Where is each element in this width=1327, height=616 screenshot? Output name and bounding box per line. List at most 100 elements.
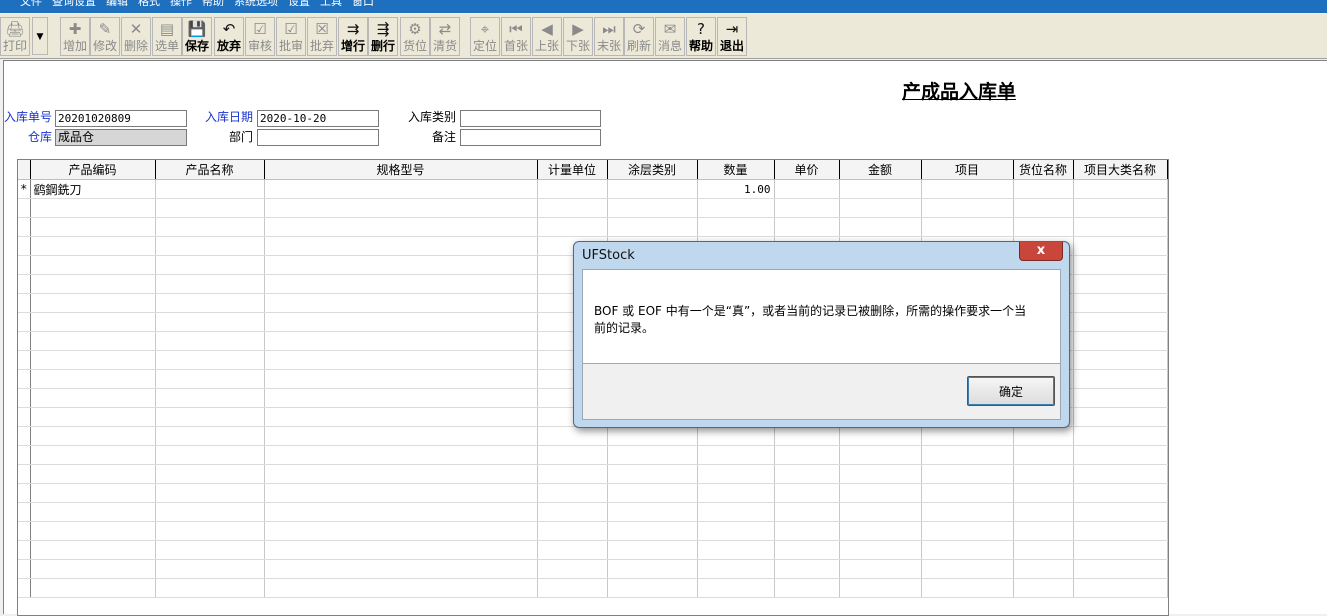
grid-cell[interactable] — [264, 331, 538, 351]
grid-cell[interactable] — [607, 426, 698, 446]
grid-cell[interactable] — [774, 179, 840, 199]
grid-cell[interactable] — [537, 445, 608, 465]
grid-cell[interactable] — [774, 578, 840, 598]
toolbar-button[interactable]: ☑ 批审 — [276, 17, 306, 56]
toolbar-button[interactable]: ✚ 增加 — [60, 17, 90, 56]
grid-cell[interactable] — [264, 236, 538, 256]
category-field[interactable] — [460, 110, 601, 127]
grid-cell[interactable] — [155, 483, 265, 503]
grid-cell[interactable] — [537, 540, 608, 560]
dialog-close-button[interactable]: x — [1019, 242, 1063, 261]
date-field[interactable]: 2020-10-20 — [257, 110, 379, 127]
grid-cell[interactable] — [1073, 559, 1168, 579]
toolbar-button[interactable]: ☒ 批弃 — [307, 17, 337, 56]
grid-cell[interactable] — [30, 521, 156, 541]
table-row[interactable] — [18, 521, 1168, 541]
grid-cell[interactable] — [921, 578, 1014, 598]
grid-column-header[interactable]: 货位名称 — [1013, 160, 1074, 180]
table-row[interactable] — [18, 198, 1168, 218]
grid-cell[interactable] — [537, 502, 608, 522]
grid-cell[interactable] — [30, 502, 156, 522]
grid-cell[interactable] — [30, 198, 156, 218]
grid-cell[interactable] — [264, 578, 538, 598]
grid-cell[interactable] — [155, 578, 265, 598]
grid-cell[interactable] — [774, 217, 840, 237]
grid-cell[interactable] — [155, 502, 265, 522]
grid-cell[interactable] — [1073, 331, 1168, 351]
table-row[interactable] — [18, 483, 1168, 503]
grid-cell[interactable] — [697, 540, 775, 560]
grid-cell[interactable] — [264, 483, 538, 503]
grid-cell[interactable] — [774, 540, 840, 560]
grid-cell[interactable] — [921, 483, 1014, 503]
grid-cell[interactable] — [1073, 445, 1168, 465]
toolbar-button[interactable]: ↶ 放弃 — [214, 17, 244, 56]
table-row[interactable] — [18, 578, 1168, 598]
grid-cell[interactable] — [1073, 540, 1168, 560]
department-field[interactable] — [257, 129, 379, 146]
grid-cell[interactable] — [30, 236, 156, 256]
grid-cell[interactable] — [155, 350, 265, 370]
toolbar-button[interactable]: ✕ 删除 — [121, 17, 151, 56]
grid-cell[interactable] — [264, 255, 538, 275]
grid-cell[interactable] — [537, 217, 608, 237]
grid-cell[interactable] — [155, 464, 265, 484]
receipt-no-field[interactable]: 20201020809 — [55, 110, 187, 127]
grid-cell[interactable] — [1013, 502, 1074, 522]
menu-item[interactable]: 帮助 — [202, 0, 224, 6]
grid-cell[interactable] — [1073, 578, 1168, 598]
table-row[interactable] — [18, 464, 1168, 484]
grid-cell[interactable] — [264, 540, 538, 560]
grid-cell[interactable] — [607, 559, 698, 579]
toolbar-button[interactable]: ⌖ 定位 — [470, 17, 500, 56]
grid-cell[interactable] — [264, 369, 538, 389]
grid-cell[interactable] — [1013, 521, 1074, 541]
grid-cell[interactable] — [607, 483, 698, 503]
grid-cell[interactable] — [774, 445, 840, 465]
grid-cell[interactable] — [774, 483, 840, 503]
grid-column-header[interactable]: 涂层类别 — [607, 160, 698, 180]
grid-cell[interactable] — [921, 540, 1014, 560]
grid-cell[interactable] — [264, 312, 538, 332]
grid-cell[interactable] — [30, 255, 156, 275]
grid-cell[interactable] — [1073, 502, 1168, 522]
grid-cell[interactable] — [921, 464, 1014, 484]
grid-cell[interactable] — [1073, 521, 1168, 541]
table-row[interactable] — [18, 502, 1168, 522]
grid-cell[interactable] — [155, 274, 265, 294]
grid-cell[interactable] — [1013, 578, 1074, 598]
grid-cell[interactable] — [537, 198, 608, 218]
grid-cell[interactable] — [774, 521, 840, 541]
toolbar-button[interactable]: ☑ 审核 — [245, 17, 275, 56]
grid-cell[interactable] — [155, 521, 265, 541]
grid-cell[interactable] — [774, 426, 840, 446]
grid-cell[interactable] — [607, 464, 698, 484]
grid-cell[interactable] — [697, 559, 775, 579]
grid-cell[interactable] — [921, 502, 1014, 522]
toolbar-button[interactable]: ⇶ 删行 — [368, 17, 398, 56]
toolbar-button[interactable]: ⏭ 末张 — [594, 17, 624, 56]
grid-cell[interactable] — [155, 236, 265, 256]
grid-cell[interactable] — [264, 559, 538, 579]
grid-cell[interactable] — [607, 445, 698, 465]
grid-cell[interactable] — [155, 540, 265, 560]
grid-cell[interactable] — [1073, 255, 1168, 275]
grid-cell[interactable] — [839, 578, 922, 598]
grid-cell[interactable] — [774, 502, 840, 522]
grid-cell[interactable] — [1073, 426, 1168, 446]
grid-cell[interactable] — [1073, 293, 1168, 313]
grid-cell[interactable] — [921, 179, 1014, 199]
grid-cell[interactable] — [264, 274, 538, 294]
grid-cell[interactable] — [30, 559, 156, 579]
toolbar-button[interactable]: ⇄ 清货 — [430, 17, 460, 56]
menu-item[interactable]: 文件 — [20, 0, 42, 6]
grid-cell[interactable] — [839, 426, 922, 446]
grid-cell[interactable] — [839, 445, 922, 465]
grid-cell[interactable] — [607, 521, 698, 541]
toolbar-button[interactable]: ✎ 修改 — [90, 17, 120, 56]
remark-field[interactable] — [460, 129, 601, 146]
grid-cell[interactable] — [155, 559, 265, 579]
grid-cell[interactable] — [1073, 236, 1168, 256]
grid-cell[interactable] — [1073, 369, 1168, 389]
grid-cell[interactable] — [839, 179, 922, 199]
